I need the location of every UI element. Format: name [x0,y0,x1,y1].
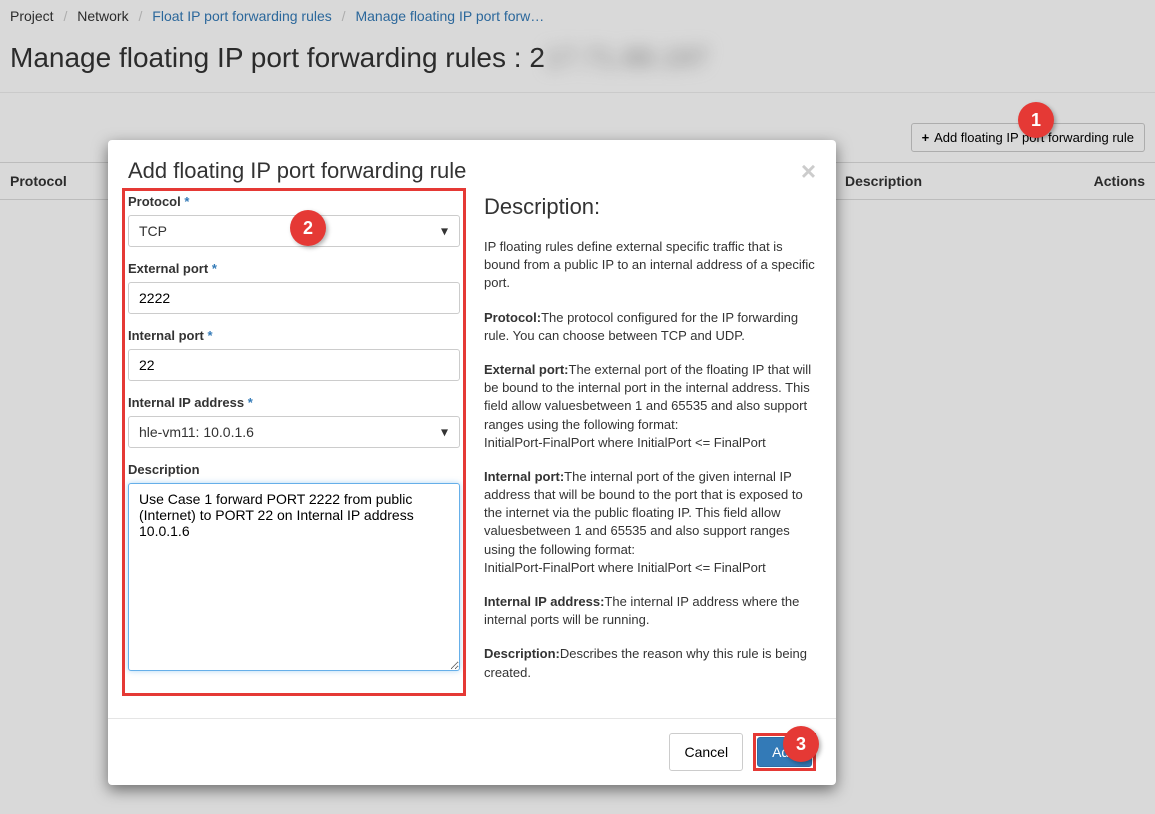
annotation-callout-2: 2 [290,210,326,246]
help-column: Description: IP floating rules define ex… [484,194,816,698]
internal-port-input[interactable] [128,349,460,381]
help-intro: IP floating rules define external specif… [484,238,816,293]
add-rule-modal: Add floating IP port forwarding rule × P… [108,140,836,785]
external-port-input[interactable] [128,282,460,314]
help-external-port: External port:The external port of the f… [484,361,816,452]
close-icon[interactable]: × [801,158,816,184]
protocol-label: Protocol * [128,194,460,209]
help-internal-port: Internal port:The internal port of the g… [484,468,816,577]
modal-title: Add floating IP port forwarding rule [128,158,466,184]
annotation-callout-3: 3 [783,726,819,762]
description-textarea[interactable]: Use Case 1 forward PORT 2222 from public… [128,483,460,671]
help-protocol: Protocol:The protocol configured for the… [484,309,816,345]
help-internal-ip: Internal IP address:The internal IP addr… [484,593,816,629]
help-description: Description:Describes the reason why thi… [484,645,816,681]
modal-footer: Cancel Add [108,718,836,785]
internal-ip-label: Internal IP address * [128,395,460,410]
annotation-callout-1: 1 [1018,102,1054,138]
form-column: Protocol * TCP ▾ External port * Interna… [128,194,460,698]
help-heading: Description: [484,194,816,220]
internal-port-label: Internal port * [128,328,460,343]
external-port-label: External port * [128,261,460,276]
internal-ip-select[interactable]: hle-vm11: 10.0.1.6 [128,416,460,448]
modal-header: Add floating IP port forwarding rule × [108,140,836,194]
cancel-button[interactable]: Cancel [669,733,743,771]
description-label: Description [128,462,460,477]
